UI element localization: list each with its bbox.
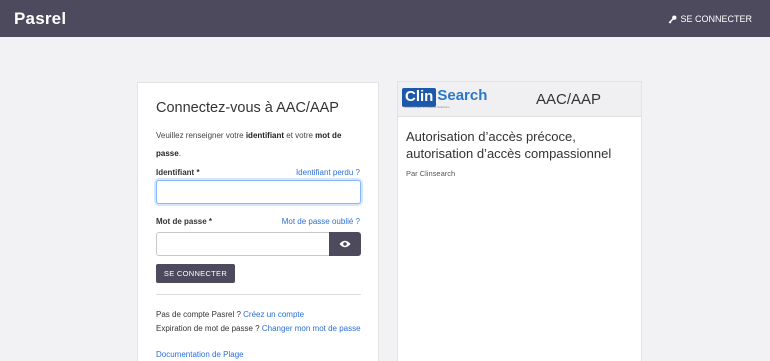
info-title: Autorisation d’accès précoce, autorisati…	[406, 129, 612, 161]
eye-icon	[339, 235, 351, 253]
password-lost-link[interactable]: Mot de passe oublié ?	[282, 217, 360, 226]
logo-rest: Search	[437, 87, 488, 104]
top-navbar: Pasrel SE CONNECTER	[0, 0, 770, 37]
info-header: Clin Search Scientific and Innovative So…	[398, 82, 641, 117]
no-account-text: Pas de compte Pasrel ?	[156, 310, 244, 319]
intro-text-1: Veuillez renseigner votre	[156, 131, 246, 140]
toggle-password-button[interactable]	[329, 232, 361, 256]
logo-tagline: Scientific and Innovative Solutions	[404, 105, 450, 109]
info-author: Par Clinsearch	[406, 169, 456, 178]
password-label: Mot de passe *	[156, 217, 213, 226]
divider	[156, 294, 361, 295]
intro-text-2: et votre	[284, 131, 316, 140]
documentation-line: Documentation de Plage	[156, 349, 244, 361]
login-submit-button[interactable]: SE CONNECTER	[156, 264, 235, 283]
info-card: Clin Search Scientific and Innovative So…	[397, 81, 642, 361]
password-expired-line: Expiration de mot de passe ? Changer mon…	[156, 323, 366, 335]
create-account-line: Pas de compte Pasrel ? Créez un compte	[156, 309, 304, 321]
clinsearch-logo: Clin Search Scientific and Innovative So…	[402, 87, 488, 109]
login-title: Connectez-vous à AAC/AAP	[156, 100, 339, 116]
expired-text: Expiration de mot de passe ?	[156, 324, 262, 333]
password-input[interactable]	[156, 232, 330, 256]
identifiant-input[interactable]	[156, 180, 361, 204]
login-card: Connectez-vous à AAC/AAP Veuillez rensei…	[137, 82, 379, 361]
intro-text-3: .	[178, 149, 181, 158]
info-brand: AAC/AAP	[536, 91, 602, 108]
header-login-button[interactable]: SE CONNECTER	[668, 14, 752, 24]
app-brand[interactable]: Pasrel	[14, 9, 66, 29]
change-password-link[interactable]: Changer mon mot de passe	[262, 324, 361, 333]
login-intro: Veuillez renseigner votre identifiant et…	[156, 127, 368, 163]
header-login-label: SE CONNECTER	[680, 14, 752, 24]
identifiant-label: Identifiant *	[156, 168, 200, 177]
key-icon	[668, 15, 677, 24]
documentation-link[interactable]: Documentation de Plage	[156, 350, 244, 359]
intro-bold-identifiant: identifiant	[245, 131, 285, 140]
identifiant-lost-link[interactable]: Identifiant perdu ?	[296, 168, 360, 177]
create-account-link[interactable]: Créez un compte	[243, 310, 304, 319]
